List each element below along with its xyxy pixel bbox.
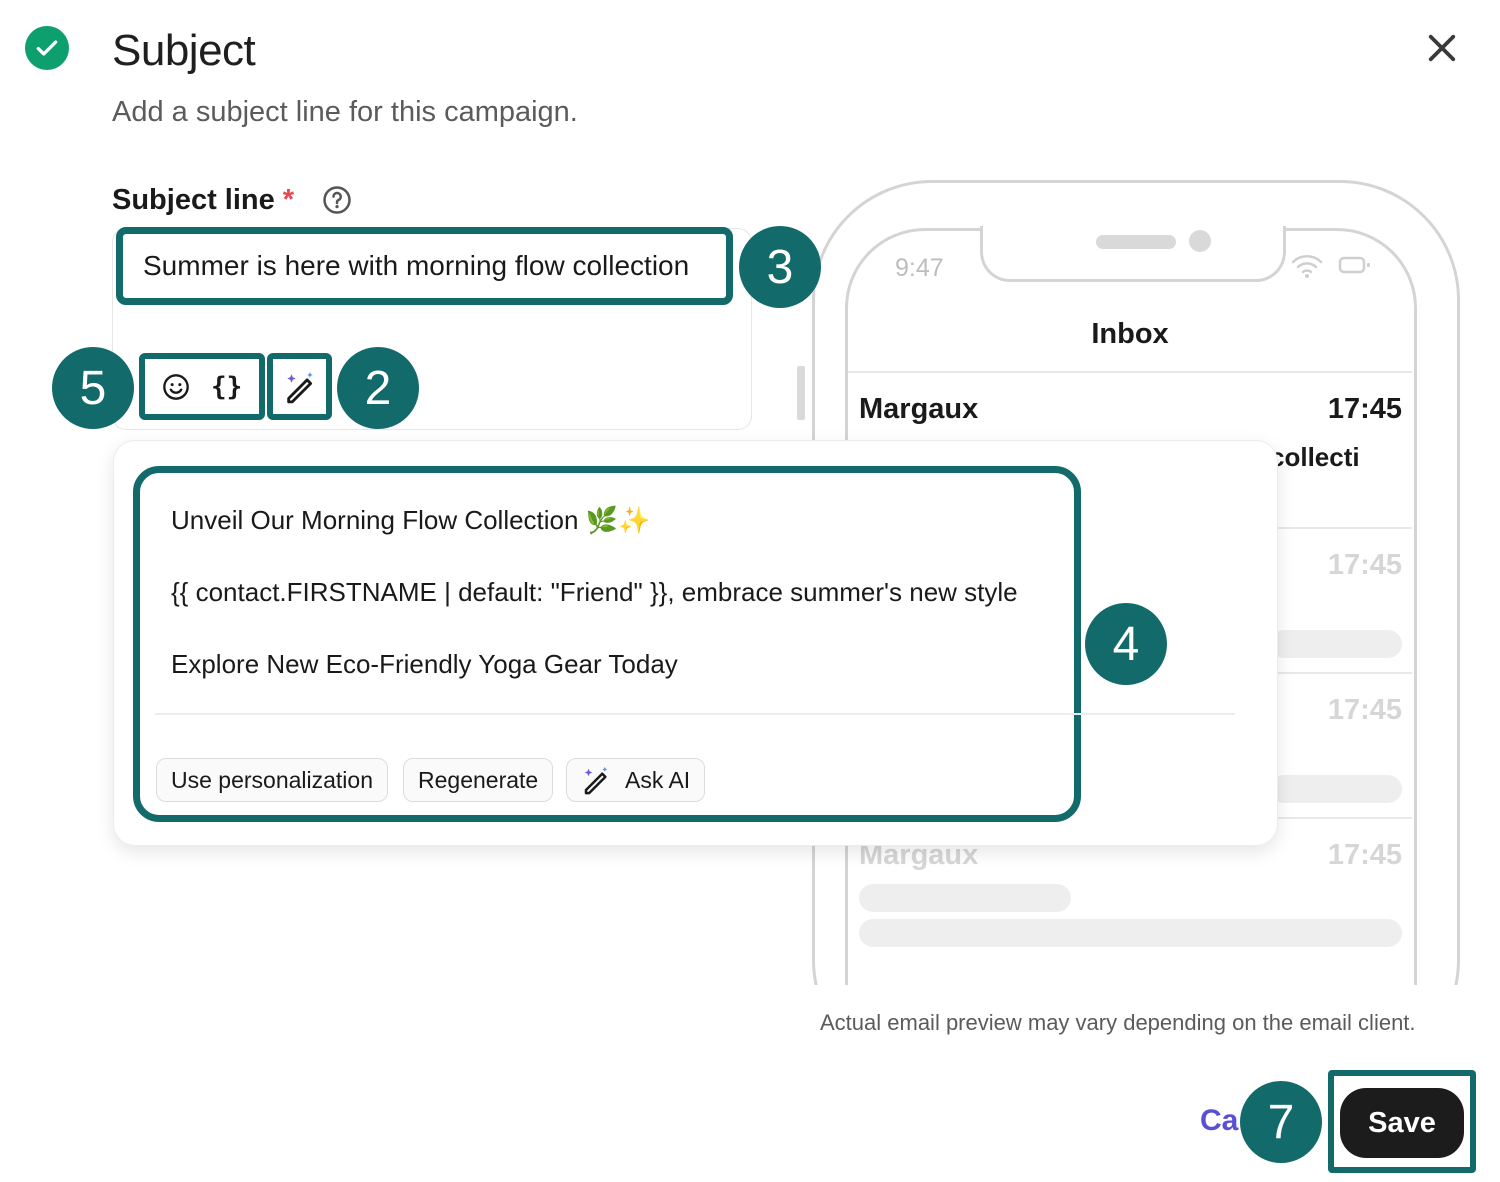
inbox-placeholder-line (1270, 775, 1402, 803)
page-title: Subject (112, 26, 256, 75)
ask-ai-label: Ask AI (625, 766, 691, 793)
use-personalization-button[interactable]: Use personalization (156, 758, 389, 802)
insert-variable-button[interactable]: {} (211, 372, 242, 402)
inbox-row-time: 17:45 (1327, 839, 1402, 871)
editor-toolbar: {} (139, 353, 265, 420)
phone-status-time: 9:47 (895, 254, 944, 282)
inbox-title: Inbox (1091, 318, 1169, 350)
inbox-placeholder-line (1270, 630, 1402, 658)
suggestion-item[interactable]: {{ contact.FIRSTNAME | default: "Friend"… (171, 577, 1018, 608)
subject-line-label-text: Subject line (112, 184, 275, 216)
step-marker-2: 2 (337, 347, 419, 429)
ai-assist-button[interactable] (267, 353, 332, 420)
page-subtitle: Add a subject line for this campaign. (112, 96, 578, 128)
inbox-divider (848, 371, 1412, 373)
ai-wand-icon (584, 766, 608, 795)
step-marker-4: 4 (1085, 603, 1167, 685)
inbox-row-time: 17:45 (1327, 694, 1402, 726)
subject-line-input[interactable]: Summer is here with morning flow collect… (116, 227, 733, 305)
save-button[interactable]: Save (1340, 1088, 1464, 1158)
ai-wand-icon (286, 371, 313, 403)
ask-ai-button[interactable]: Ask AI (566, 758, 706, 802)
regenerate-button[interactable]: Regenerate (403, 758, 554, 802)
preview-disclaimer: Actual email preview may vary depending … (820, 1010, 1416, 1035)
phone-speaker (1096, 235, 1176, 249)
close-button[interactable] (1420, 26, 1464, 70)
suggestion-item[interactable]: Explore New Eco-Friendly Yoga Gear Today (171, 649, 678, 680)
step-marker-7: 7 (1240, 1081, 1322, 1163)
success-check-icon (25, 26, 69, 70)
scrollbar-thumb[interactable] (797, 366, 805, 420)
popover-divider (155, 713, 1235, 715)
wifi-icon (1290, 253, 1324, 279)
step-marker-3: 3 (739, 226, 821, 308)
cancel-button[interactable]: Ca (1200, 1104, 1238, 1138)
inbox-row-time: 17:45 (1327, 549, 1402, 581)
phone-camera (1189, 230, 1211, 252)
inbox-row-subject: collecti (1270, 442, 1360, 472)
inbox-row-time: 17:45 (1327, 393, 1402, 425)
inbox-placeholder-line (859, 919, 1402, 947)
emoji-icon (162, 373, 189, 400)
emoji-button[interactable] (162, 373, 190, 401)
suggestion-item[interactable]: Unveil Our Morning Flow Collection 🌿✨ (171, 505, 650, 536)
close-icon (1428, 34, 1456, 62)
subject-line-label: Subject line * (112, 184, 294, 217)
battery-icon (1338, 255, 1372, 275)
inbox-placeholder-line (859, 884, 1071, 912)
required-marker: * (282, 184, 295, 216)
inbox-row-sender: Margaux (859, 393, 979, 425)
step-marker-5: 5 (52, 347, 134, 429)
help-icon[interactable] (322, 185, 352, 215)
